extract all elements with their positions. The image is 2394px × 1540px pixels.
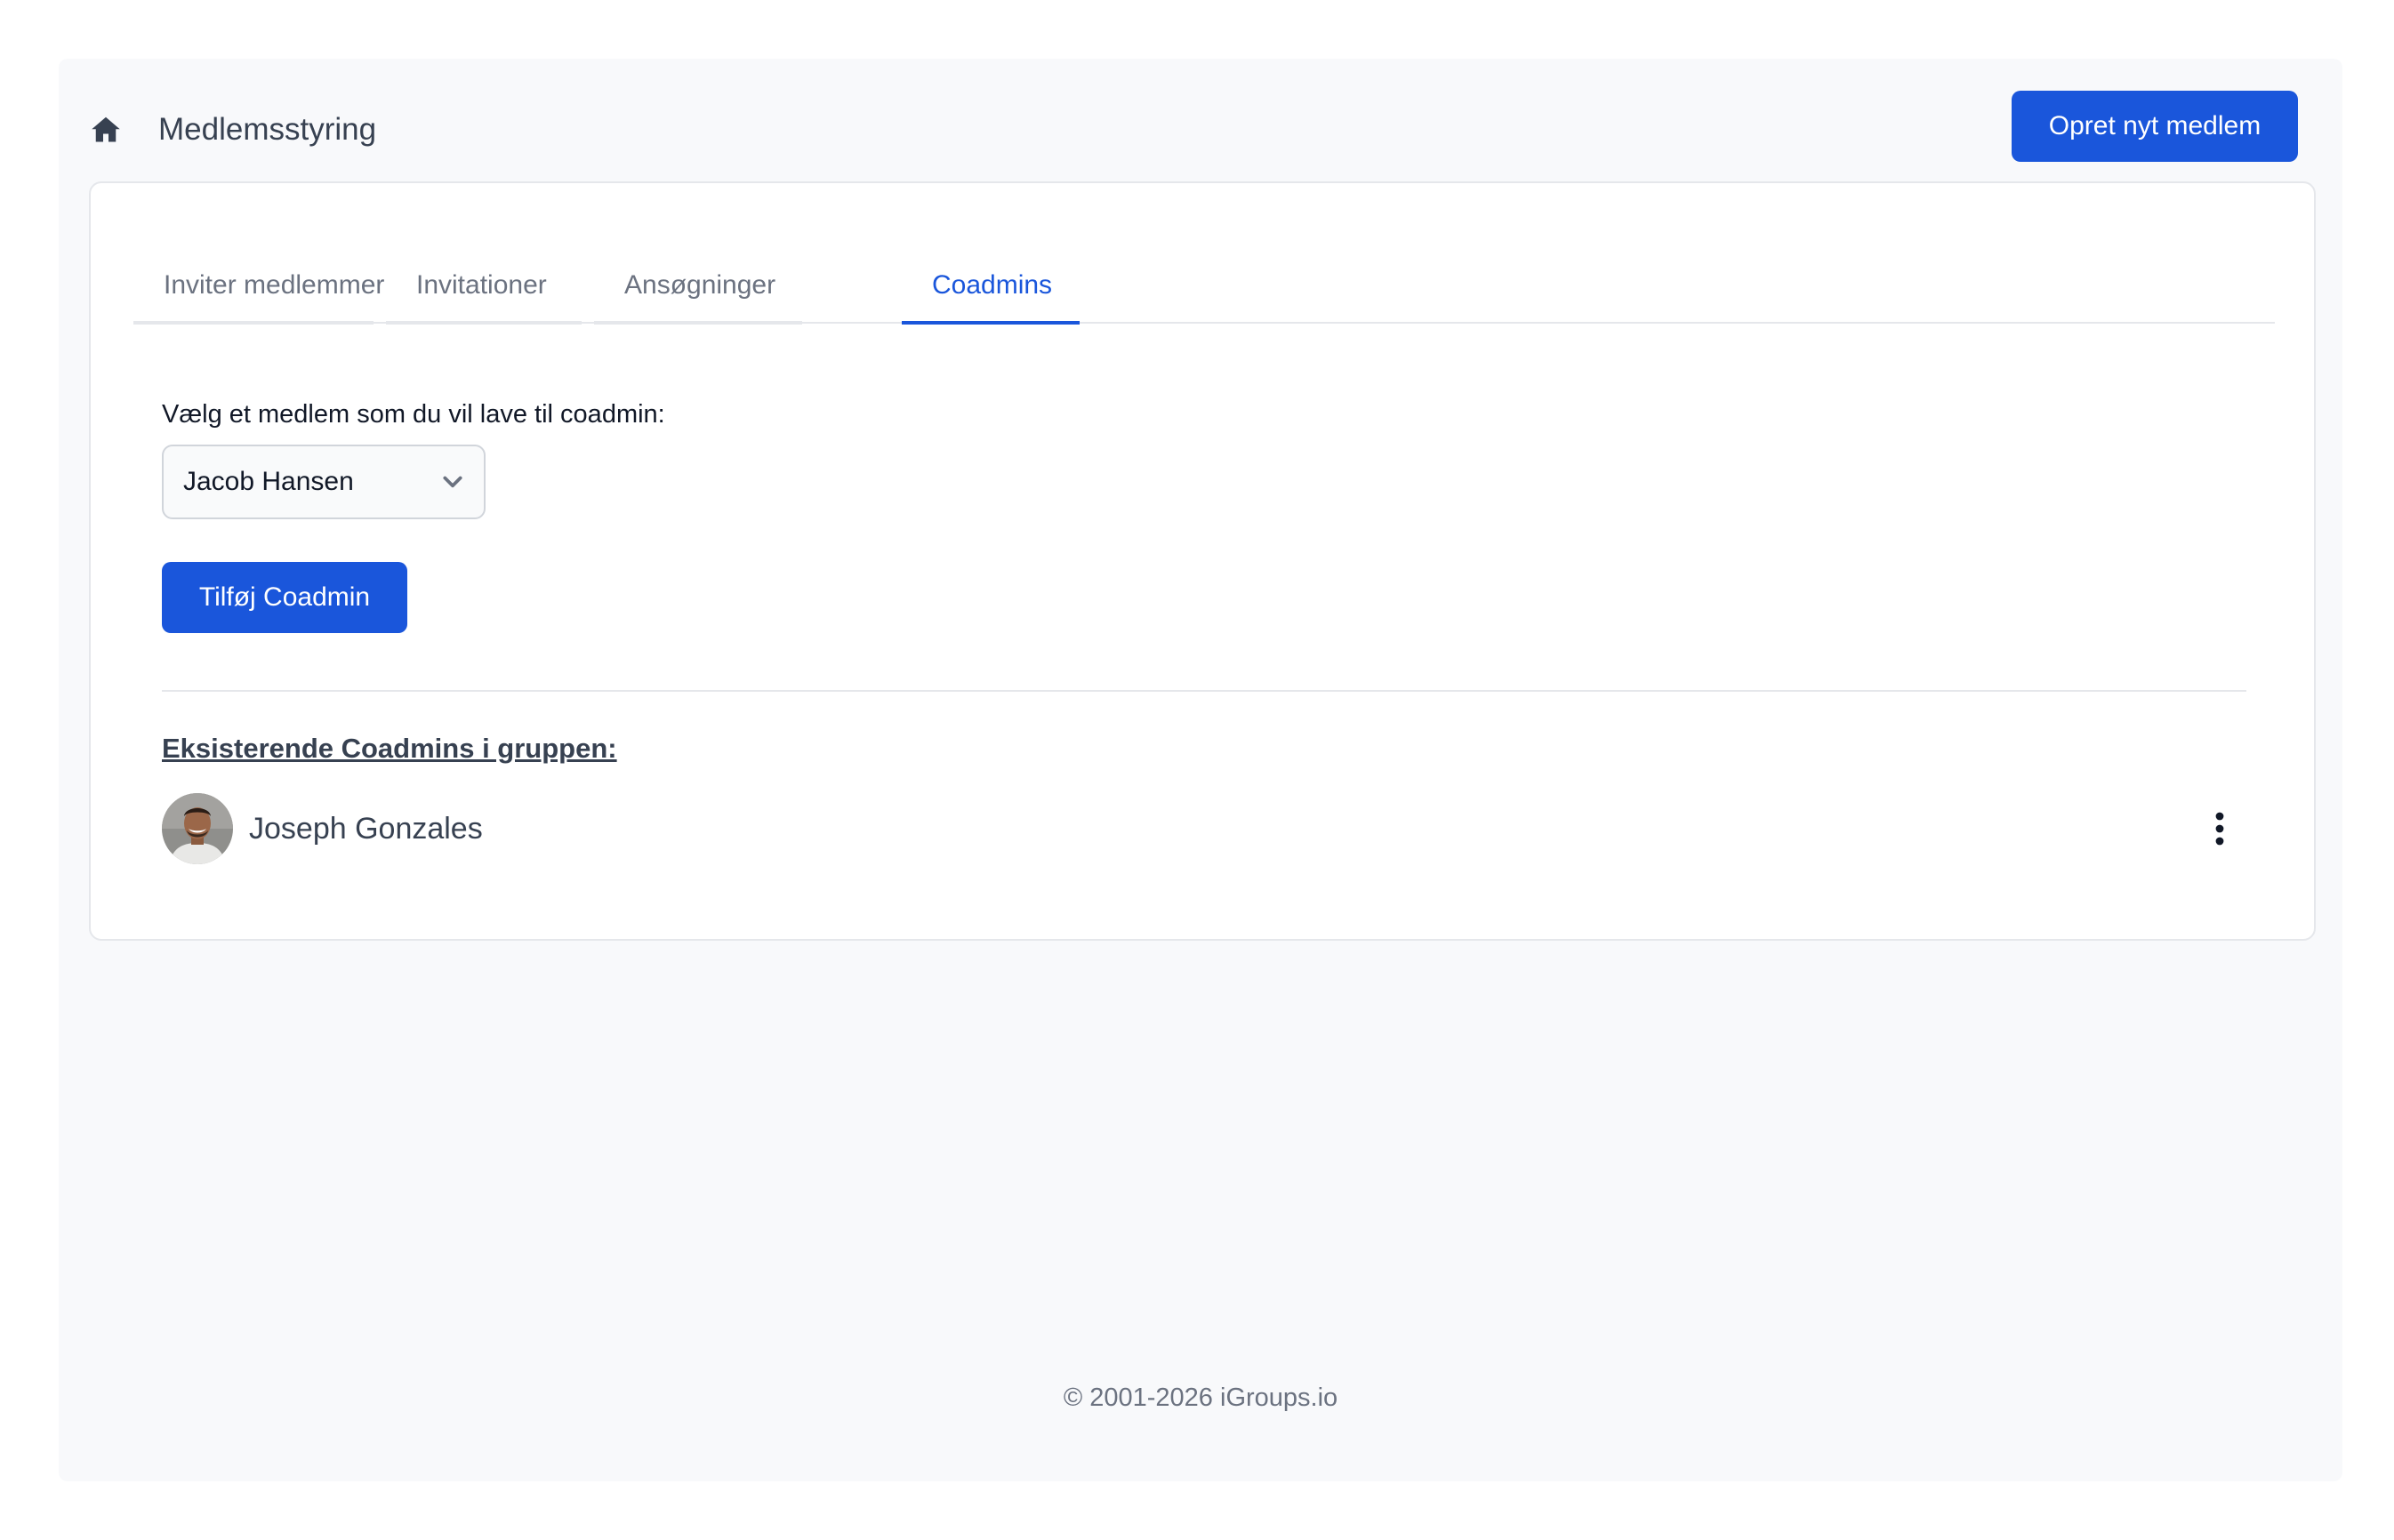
select-member-label: Vælg et medlem som du vil lave til coadm… <box>162 400 665 429</box>
tab-underline <box>386 321 582 325</box>
footer-copyright: © 2001-2026 iGroups.io <box>1063 1384 1338 1412</box>
tab-label: Inviter medlemmer <box>164 270 385 300</box>
tab-bar: Inviter medlemmer Invitationer Ansøgning… <box>133 249 2275 325</box>
tab-label: Ansøgninger <box>624 270 776 300</box>
member-select[interactable]: Jacob Hansen <box>162 445 486 519</box>
section-divider <box>162 690 2246 692</box>
tab-invitations[interactable]: Invitationer <box>386 249 582 325</box>
add-coadmin-button[interactable]: Tilføj Coadmin <box>162 562 407 633</box>
page-title: Medlemsstyring <box>158 112 377 147</box>
home-icon[interactable] <box>89 114 123 146</box>
chevron-down-icon <box>443 476 462 488</box>
tab-underline-active <box>902 321 1080 325</box>
more-options-icon[interactable] <box>2209 807 2230 850</box>
coadmin-name: Joseph Gonzales <box>249 812 483 846</box>
tab-invite-members[interactable]: Inviter medlemmer <box>133 249 384 325</box>
tab-coadmins[interactable]: Coadmins <box>902 249 1080 325</box>
tab-label: Coadmins <box>932 270 1053 300</box>
create-member-button[interactable]: Opret nyt medlem <box>2012 91 2298 162</box>
tab-underline <box>133 321 374 325</box>
coadmin-list-item: Joseph Gonzales <box>162 791 2296 866</box>
tab-label: Invitationer <box>416 270 547 300</box>
avatar <box>162 793 233 864</box>
tab-underline <box>594 321 802 325</box>
tab-applications[interactable]: Ansøgninger <box>594 249 802 325</box>
selected-member-value: Jacob Hansen <box>183 467 354 496</box>
existing-coadmins-heading: Eksisterende Coadmins i gruppen: <box>162 733 617 764</box>
member-management-card: Inviter medlemmer Invitationer Ansøgning… <box>89 181 2316 941</box>
